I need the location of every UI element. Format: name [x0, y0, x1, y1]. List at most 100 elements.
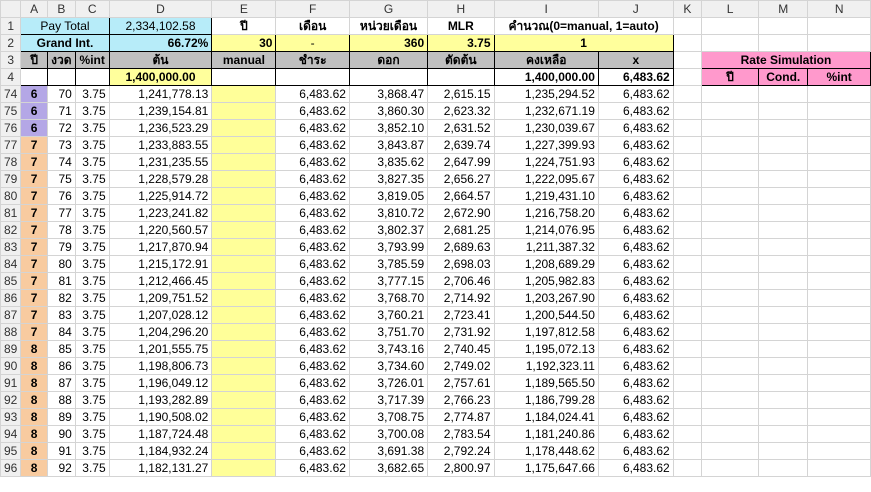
- payment-cell[interactable]: 6,483.62: [275, 306, 350, 324]
- cell[interactable]: [758, 136, 809, 154]
- cell[interactable]: [807, 442, 871, 460]
- cell[interactable]: [807, 357, 871, 375]
- column-header[interactable]: J: [597, 0, 674, 18]
- period-unit-label[interactable]: หน่วยเดือน: [348, 17, 429, 35]
- payment-cell[interactable]: 6,483.62: [275, 136, 350, 154]
- interest-cell[interactable]: 3,810.72: [348, 204, 429, 222]
- x-cell[interactable]: 6,483.62: [597, 391, 674, 409]
- column-header[interactable]: E: [211, 0, 277, 18]
- cell[interactable]: [700, 425, 760, 443]
- cell[interactable]: [758, 272, 809, 290]
- payment-cell[interactable]: 6,483.62: [275, 102, 350, 120]
- int-rate-cell[interactable]: 3.75: [74, 170, 110, 188]
- payment-cell[interactable]: 6,483.62: [275, 459, 350, 477]
- row-header[interactable]: 3: [0, 51, 22, 69]
- cell[interactable]: [758, 408, 809, 426]
- cell[interactable]: [700, 153, 760, 171]
- cell[interactable]: [700, 17, 760, 35]
- header-year[interactable]: ปี: [20, 51, 48, 69]
- cell[interactable]: [672, 34, 702, 52]
- x-cell[interactable]: 6,483.62: [597, 255, 674, 273]
- row-header[interactable]: 92: [0, 391, 22, 409]
- principal-cell[interactable]: 1,241,778.13: [108, 85, 213, 103]
- cell[interactable]: [758, 34, 809, 52]
- cell[interactable]: [758, 425, 809, 443]
- row-header[interactable]: 93: [0, 408, 22, 426]
- manual-cell[interactable]: [211, 408, 277, 426]
- cell[interactable]: [807, 408, 871, 426]
- x-cell[interactable]: 6,483.62: [597, 204, 674, 222]
- row-header[interactable]: 75: [0, 102, 22, 120]
- row-header[interactable]: 91: [0, 374, 22, 392]
- principal-cell[interactable]: 1,217,870.94: [108, 238, 213, 256]
- column-header[interactable]: F: [275, 0, 350, 18]
- balance-cell[interactable]: 1,181,240.86: [493, 425, 599, 443]
- manual-cell[interactable]: [211, 238, 277, 256]
- cell[interactable]: [74, 68, 110, 86]
- payment-cell[interactable]: 6,483.62: [275, 119, 350, 137]
- header-principal[interactable]: ต้น: [108, 51, 213, 69]
- cell[interactable]: [758, 306, 809, 324]
- x-cell[interactable]: 6,483.62: [597, 357, 674, 375]
- period-cell[interactable]: 71: [46, 102, 76, 120]
- months-value[interactable]: -: [275, 34, 350, 52]
- x-cell[interactable]: 6,483.62: [597, 408, 674, 426]
- header-x[interactable]: x: [597, 51, 674, 69]
- cell[interactable]: [672, 340, 702, 358]
- cell[interactable]: [672, 153, 702, 171]
- column-header[interactable]: G: [348, 0, 429, 18]
- cell[interactable]: [672, 255, 702, 273]
- interest-cell[interactable]: 3,785.59: [348, 255, 429, 273]
- year-cell[interactable]: 8: [20, 408, 48, 426]
- cell[interactable]: [700, 102, 760, 120]
- int-rate-cell[interactable]: 3.75: [74, 204, 110, 222]
- cell[interactable]: [427, 68, 495, 86]
- year-cell[interactable]: 7: [20, 187, 48, 205]
- period-cell[interactable]: 79: [46, 238, 76, 256]
- pay-total-value[interactable]: 2,334,102.58: [108, 17, 213, 35]
- balance-cell[interactable]: 1,184,024.41: [493, 408, 599, 426]
- cell[interactable]: [672, 221, 702, 239]
- column-header[interactable]: B: [46, 0, 76, 18]
- cell[interactable]: [807, 306, 871, 324]
- cell[interactable]: [46, 68, 76, 86]
- principal-paid-cell[interactable]: 2,623.32: [427, 102, 495, 120]
- payment-cell[interactable]: 6,483.62: [275, 340, 350, 358]
- column-header[interactable]: D: [108, 0, 213, 18]
- cell[interactable]: [758, 153, 809, 171]
- cell[interactable]: [700, 34, 760, 52]
- manual-cell[interactable]: [211, 85, 277, 103]
- principal-paid-cell[interactable]: 2,774.87: [427, 408, 495, 426]
- int-rate-cell[interactable]: 3.75: [74, 323, 110, 341]
- int-rate-cell[interactable]: 3.75: [74, 425, 110, 443]
- cell[interactable]: [211, 68, 277, 86]
- header-manual[interactable]: manual: [211, 51, 277, 69]
- row-header[interactable]: 96: [0, 459, 22, 477]
- period-cell[interactable]: 90: [46, 425, 76, 443]
- start-x[interactable]: 6,483.62: [597, 68, 674, 86]
- cell[interactable]: [807, 34, 871, 52]
- principal-paid-cell[interactable]: 2,639.74: [427, 136, 495, 154]
- cell[interactable]: [20, 68, 48, 86]
- cell[interactable]: [758, 221, 809, 239]
- cell[interactable]: [758, 187, 809, 205]
- mlr-value[interactable]: 3.75: [427, 34, 495, 52]
- row-header[interactable]: 76: [0, 119, 22, 137]
- principal-paid-cell[interactable]: 2,723.41: [427, 306, 495, 324]
- principal-cell[interactable]: 1,209,751.52: [108, 289, 213, 307]
- cell[interactable]: [700, 374, 760, 392]
- cell[interactable]: [672, 187, 702, 205]
- principal-cell[interactable]: 1,198,806.73: [108, 357, 213, 375]
- int-rate-cell[interactable]: 3.75: [74, 102, 110, 120]
- cell[interactable]: [700, 357, 760, 375]
- principal-cell[interactable]: 1,204,296.20: [108, 323, 213, 341]
- principal-cell[interactable]: 1,207,028.12: [108, 306, 213, 324]
- balance-cell[interactable]: 1,227,399.93: [493, 136, 599, 154]
- cell[interactable]: [807, 391, 871, 409]
- payment-cell[interactable]: 6,483.62: [275, 357, 350, 375]
- mlr-label[interactable]: MLR: [427, 17, 495, 35]
- period-cell[interactable]: 76: [46, 187, 76, 205]
- x-cell[interactable]: 6,483.62: [597, 136, 674, 154]
- balance-cell[interactable]: 1,219,431.10: [493, 187, 599, 205]
- principal-cell[interactable]: 1,196,049.12: [108, 374, 213, 392]
